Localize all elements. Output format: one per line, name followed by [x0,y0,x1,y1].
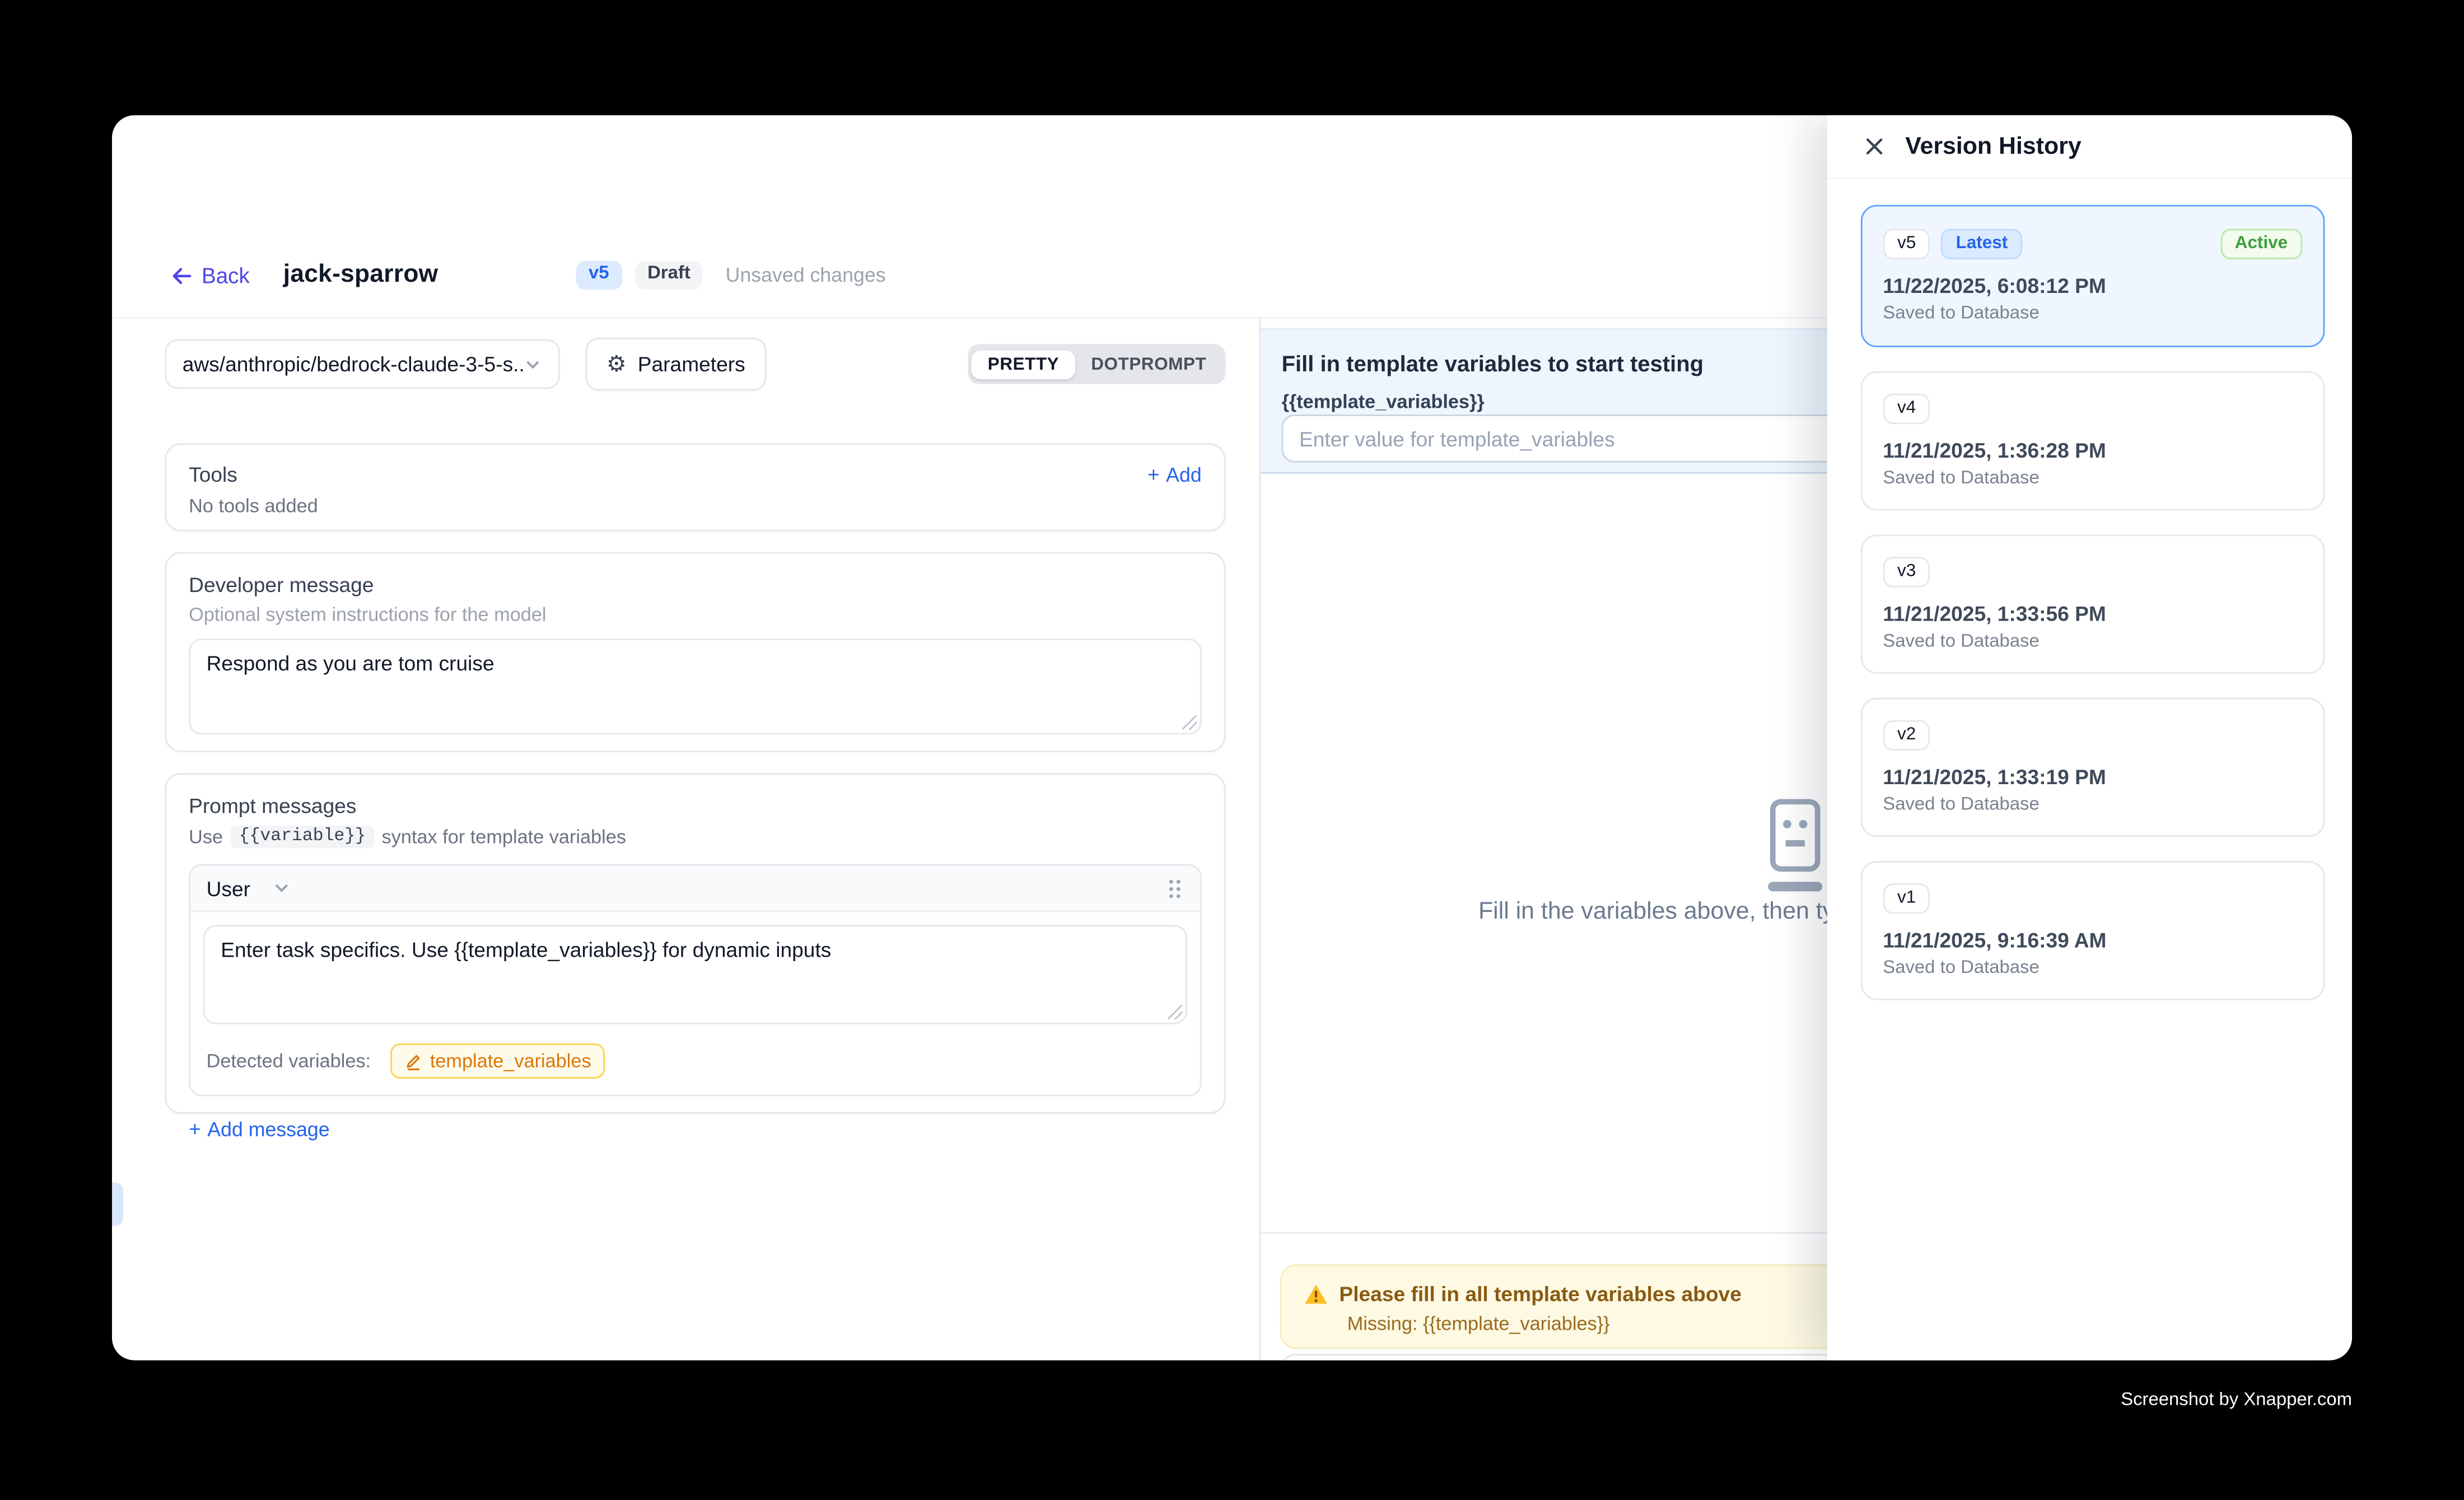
hint-suffix: syntax for template variables [382,826,626,848]
version-history-header: Version History [1827,115,2352,179]
add-message-label: Add message [207,1119,329,1141]
prompt-messages-card: Prompt messages Use {{variable}} syntax … [165,773,1225,1114]
detected-variable-name: template_variables [430,1050,591,1072]
page-title: jack-sparrow [283,261,438,290]
active-badge: Active [2220,229,2302,259]
page-header: Back jack-sparrow v5 Draft Unsaved chang… [170,253,886,297]
close-icon[interactable] [1862,134,1886,159]
version-status: Saved to Database [1883,469,2302,488]
version-list: v5 Latest Active 11/22/2025, 6:08:12 PM S… [1860,205,2325,1000]
version-status: Saved to Database [1883,795,2302,814]
hint-prefix: Use [189,826,223,848]
prompt-messages-label: Prompt messages [189,794,1202,818]
add-message-button[interactable]: Add message [189,1119,330,1141]
version-timestamp: 11/21/2025, 9:16:39 AM [1883,928,2302,952]
message-content-input[interactable]: Enter task specifics. Use {{template_var… [203,925,1187,1024]
prompt-messages-hint: Use {{variable}} syntax for template var… [189,826,1202,848]
version-number-badge: v1 [1883,883,1930,914]
version-status: Saved to Database [1883,304,2302,323]
model-select-value: aws/anthropic/bedrock-claude-3-5-s... [183,352,524,376]
version-card[interactable]: v4 11/21/2025, 1:36:28 PM Saved to Datab… [1860,371,2325,511]
variable-syntax-chip: {{variable}} [231,826,374,848]
back-label: Back [202,263,250,287]
chevron-down-icon[interactable] [273,879,292,898]
developer-message-label: Developer message [189,573,1202,597]
warning-icon [1304,1283,1328,1305]
drag-handle-icon[interactable] [1165,876,1184,900]
detected-variables-row: Detected variables: template_variables [190,1037,1200,1094]
version-history-title: Version History [1905,133,2081,160]
version-number-badge: v3 [1883,557,1930,587]
toggle-dotprompt[interactable]: DOTPROMPT [1075,350,1222,378]
version-card[interactable]: v1 11/21/2025, 9:16:39 AM Saved to Datab… [1860,861,2325,1000]
version-timestamp: 11/21/2025, 1:33:19 PM [1883,765,2302,789]
chevron-down-icon [523,355,542,374]
version-status: Saved to Database [1883,632,2302,651]
version-badge: v5 [576,261,622,289]
left-edge-tab[interactable] [112,1182,123,1226]
parameters-label: Parameters [638,352,745,376]
version-history-drawer: Version History v5 Latest Active 11/22/20… [1827,115,2352,1361]
version-timestamp: 11/21/2025, 1:33:56 PM [1883,602,2302,626]
stage: Back jack-sparrow v5 Draft Unsaved chang… [0,0,2464,1500]
gear-icon: ⚙ [606,353,627,375]
version-number-badge: v4 [1883,394,1930,424]
version-card[interactable]: v2 11/21/2025, 1:33:19 PM Saved to Datab… [1860,698,2325,837]
tools-empty-text: No tools added [189,495,1202,517]
back-button[interactable]: Back [170,263,250,287]
version-status: Saved to Database [1883,958,2302,977]
message-role-select[interactable]: User [207,876,250,900]
pencil-icon [404,1051,422,1070]
version-card[interactable]: v5 Latest Active 11/22/2025, 6:08:12 PM S… [1860,205,2325,347]
add-tool-label: Add [1166,463,1202,486]
message-header: User [190,866,1200,912]
version-number-badge: v2 [1883,720,1930,751]
version-timestamp: 11/22/2025, 6:08:12 PM [1883,274,2302,298]
developer-message-input[interactable]: Respond as you are tom cruise [189,639,1202,734]
empty-state-text: Fill in the variables above, then typ [1478,898,1848,925]
latest-badge: Latest [1942,229,2022,259]
detected-variables-label: Detected variables: [207,1050,371,1072]
version-card[interactable]: v3 11/21/2025, 1:33:56 PM Saved to Datab… [1860,534,2325,674]
watermark-text: Screenshot by Xnapper.com [1904,1391,2352,1410]
model-select[interactable]: aws/anthropic/bedrock-claude-3-5-s... [165,339,560,389]
plus-icon [189,1119,201,1141]
developer-message-hint: Optional system instructions for the mod… [189,603,1202,626]
version-number-badge: v5 [1883,229,1930,259]
bot-icon [1766,797,1824,896]
unsaved-changes-text: Unsaved changes [726,264,886,286]
detected-variable-chip[interactable]: template_variables [390,1044,605,1079]
toolbar: aws/anthropic/bedrock-claude-3-5-s... ⚙ … [165,339,1225,389]
toggle-pretty[interactable]: PRETTY [972,350,1075,378]
message-block: User Enter task specifics. Use {{templat… [189,864,1202,1096]
format-toggle: PRETTY DOTPROMPT [969,344,1226,384]
version-timestamp: 11/21/2025, 1:36:28 PM [1883,439,2302,463]
developer-message-card: Developer message Optional system instru… [165,552,1225,752]
tools-card: Tools Add No tools added [165,443,1225,531]
resize-handle-icon[interactable] [1168,1005,1183,1019]
add-tool-button[interactable]: Add [1147,463,1202,486]
tools-label: Tools [189,463,237,487]
parameters-button[interactable]: ⚙ Parameters [586,338,766,390]
back-arrow-icon [170,263,194,287]
warning-title: Please fill in all template variables ab… [1339,1282,1741,1306]
draft-badge: Draft [634,261,703,289]
template-variable-input[interactable] [1282,414,1877,463]
plus-icon [1147,463,1160,486]
resize-handle-icon[interactable] [1182,715,1197,730]
